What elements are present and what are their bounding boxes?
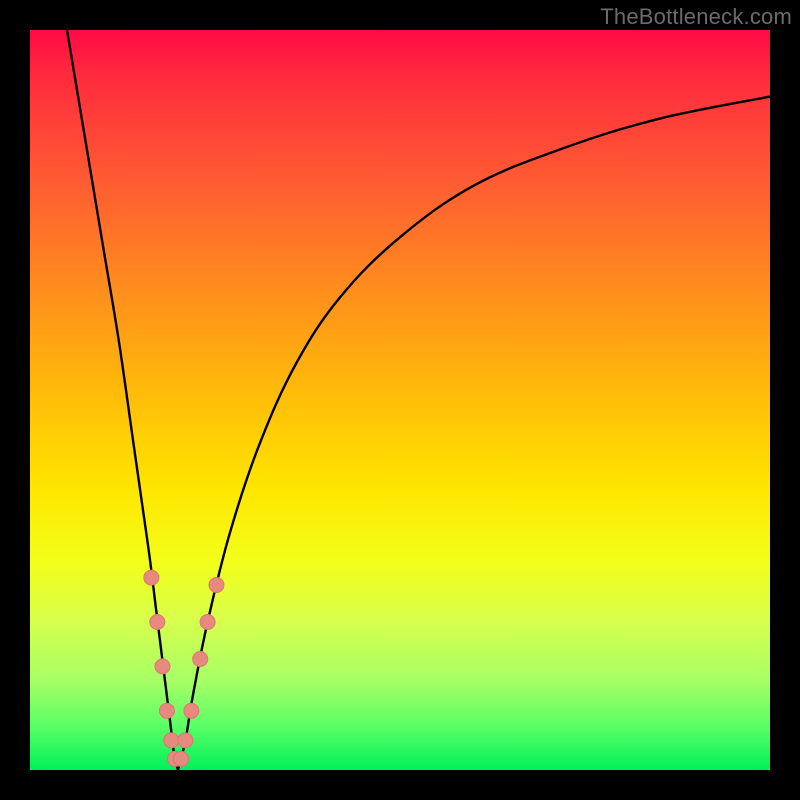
curve-layer	[30, 30, 770, 770]
data-marker	[200, 615, 215, 630]
data-marker	[193, 652, 208, 667]
data-marker	[209, 578, 224, 593]
plot-area	[30, 30, 770, 770]
chart-frame: TheBottleneck.com	[0, 0, 800, 800]
right-branch-line	[178, 97, 770, 770]
data-marker	[184, 703, 199, 718]
data-marker	[164, 733, 179, 748]
data-marker	[159, 703, 174, 718]
watermark-text: TheBottleneck.com	[600, 4, 792, 30]
data-marker	[150, 615, 165, 630]
data-marker	[178, 733, 193, 748]
data-marker	[144, 570, 159, 585]
data-marker	[155, 659, 170, 674]
data-marker	[173, 751, 188, 766]
